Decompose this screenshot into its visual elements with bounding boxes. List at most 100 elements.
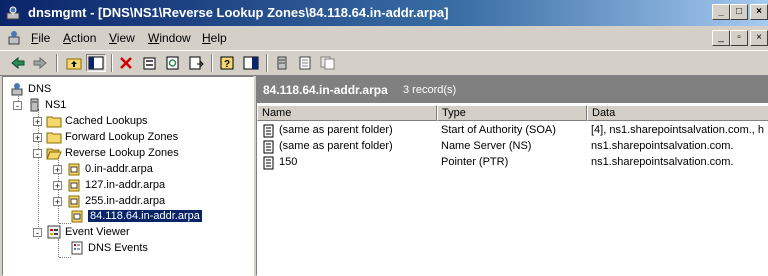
table-row[interactable]: (same as parent folder) Start of Authori…: [257, 123, 768, 139]
toolbar: ?: [0, 50, 768, 76]
column-header-data[interactable]: Data: [587, 105, 768, 121]
menu-help[interactable]: Help: [202, 31, 227, 45]
menu-window[interactable]: Window: [148, 31, 191, 45]
mdi-minimize-button[interactable]: _: [712, 30, 730, 46]
properties-button[interactable]: [140, 54, 160, 72]
tree-node-dns-events[interactable]: DNS Events: [69, 240, 148, 256]
table-row[interactable]: (same as parent folder) Name Server (NS)…: [257, 139, 768, 155]
record-type: Start of Authority (SOA): [441, 124, 556, 136]
dns-app-icon: [6, 6, 20, 20]
action-pane-button[interactable]: [241, 54, 261, 72]
tree-connector: [59, 257, 71, 258]
forward-arrow-icon: [33, 56, 47, 70]
copy-icon: [320, 56, 335, 70]
back-arrow-icon: [11, 56, 25, 70]
menu-action[interactable]: Action: [63, 31, 96, 45]
expand-toggle[interactable]: +: [53, 196, 62, 206]
folder-icon: [46, 132, 62, 144]
tree-node-cached-lookups[interactable]: + Cached Lookups: [33, 113, 148, 129]
new-record-button[interactable]: [295, 54, 315, 72]
record-type: Name Server (NS): [441, 140, 532, 152]
toolbar-separator: [111, 54, 113, 72]
mdi-restore-button[interactable]: ▫: [730, 30, 748, 46]
menu-file[interactable]: File: [31, 31, 50, 45]
mmc-document-icon[interactable]: [6, 30, 22, 46]
tree-node-event-viewer[interactable]: - Event Viewer: [33, 224, 130, 240]
record-count: 3 record(s): [403, 84, 457, 96]
show-hide-console-tree-button[interactable]: [86, 54, 106, 72]
expand-toggle[interactable]: +: [33, 116, 42, 126]
table-row[interactable]: 150 Pointer (PTR) ns1.sharepointsalvatio…: [257, 155, 768, 171]
expand-toggle[interactable]: +: [33, 132, 42, 142]
toolbar-separator: [56, 54, 58, 72]
zone-icon: [68, 179, 80, 192]
tree-node-zone-255[interactable]: + 255.in-addr.arpa: [53, 193, 165, 209]
collapse-toggle[interactable]: -: [13, 100, 22, 110]
close-button[interactable]: ×: [750, 4, 768, 20]
tree-node-label: 255.in-addr.arpa: [85, 195, 166, 207]
server-icon: [277, 56, 287, 70]
tree-node-label: Event Viewer: [65, 226, 130, 238]
tree-node-label: DNS: [28, 83, 52, 95]
refresh-icon: [166, 56, 179, 70]
tree-node-ns1[interactable]: - NS1: [13, 97, 66, 113]
window-title: dnsmgmt - [DNS\NS1\Reverse Lookup Zones\…: [28, 5, 449, 20]
export-list-button[interactable]: [186, 54, 206, 72]
up-one-level-button[interactable]: [64, 54, 84, 72]
action-pane-icon: [243, 56, 259, 70]
tree-node-zone-0[interactable]: + 0.in-addr.arpa: [53, 161, 153, 177]
record-name: (same as parent folder): [279, 140, 393, 152]
menu-view[interactable]: View: [109, 31, 135, 45]
record-icon: [263, 124, 274, 138]
help-button[interactable]: ?: [218, 54, 238, 72]
tree-connector: [58, 239, 59, 257]
event-log-icon: [71, 241, 83, 255]
open-folder-icon: [46, 148, 62, 160]
event-viewer-icon: [47, 225, 61, 239]
mdi-close-button[interactable]: ×: [750, 30, 768, 46]
forward-button[interactable]: [30, 54, 50, 72]
tree-node-label: Cached Lookups: [65, 115, 148, 127]
properties-icon: [143, 57, 156, 70]
tree-node-label: DNS Events: [88, 242, 148, 254]
refresh-button[interactable]: [163, 54, 183, 72]
record-data: ns1.sharepointsalvation.com.: [591, 140, 734, 152]
collapse-toggle[interactable]: -: [33, 227, 42, 237]
copy-button[interactable]: [318, 54, 338, 72]
tree-node-zone-84-118-64[interactable]: 84.118.64.in-addr.arpa: [69, 208, 203, 224]
result-pane-header: 84.118.64.in-addr.arpa 3 record(s): [257, 77, 768, 103]
tree-node-label: 0.in-addr.arpa: [85, 163, 153, 175]
record-data: ns1.sharepointsalvation.com.: [591, 156, 734, 168]
tree-node-label-selected: 84.118.64.in-addr.arpa: [87, 209, 203, 223]
zone-icon: [71, 210, 83, 223]
expand-toggle[interactable]: +: [53, 164, 62, 174]
delete-button[interactable]: [116, 54, 136, 72]
title-bar: dnsmgmt - [DNS\NS1\Reverse Lookup Zones\…: [0, 0, 768, 26]
column-header-name[interactable]: Name: [257, 105, 437, 121]
toolbar-separator: [211, 54, 213, 72]
document-icon: [299, 56, 311, 70]
column-header-type[interactable]: Type: [437, 105, 587, 121]
tree-node-reverse-lookup-zones[interactable]: - Reverse Lookup Zones: [33, 145, 179, 161]
tree-node-label: Reverse Lookup Zones: [65, 147, 179, 159]
tree-node-zone-127[interactable]: + 127.in-addr.arpa: [53, 177, 165, 193]
maximize-button[interactable]: □: [730, 4, 748, 20]
record-data: [4], ns1.sharepointsalvation.com., h: [591, 124, 765, 136]
show-hide-tree-icon: [88, 56, 104, 70]
tree-node-forward-lookup-zones[interactable]: + Forward Lookup Zones: [33, 129, 178, 145]
dns-icon: [11, 83, 23, 96]
tree-node-label: 127.in-addr.arpa: [85, 179, 166, 191]
tree-node-dns[interactable]: DNS: [9, 81, 51, 97]
server-button[interactable]: [272, 54, 292, 72]
minimize-button[interactable]: _: [712, 4, 730, 20]
expand-toggle[interactable]: +: [53, 180, 62, 190]
zone-title: 84.118.64.in-addr.arpa: [263, 83, 388, 97]
back-button[interactable]: [8, 54, 28, 72]
toolbar-separator: [266, 54, 268, 72]
zone-icon: [68, 163, 80, 176]
record-icon: [263, 156, 274, 170]
record-name: (same as parent folder): [279, 124, 393, 136]
delete-icon: [120, 57, 132, 69]
record-type: Pointer (PTR): [441, 156, 509, 168]
collapse-toggle[interactable]: -: [33, 148, 42, 158]
